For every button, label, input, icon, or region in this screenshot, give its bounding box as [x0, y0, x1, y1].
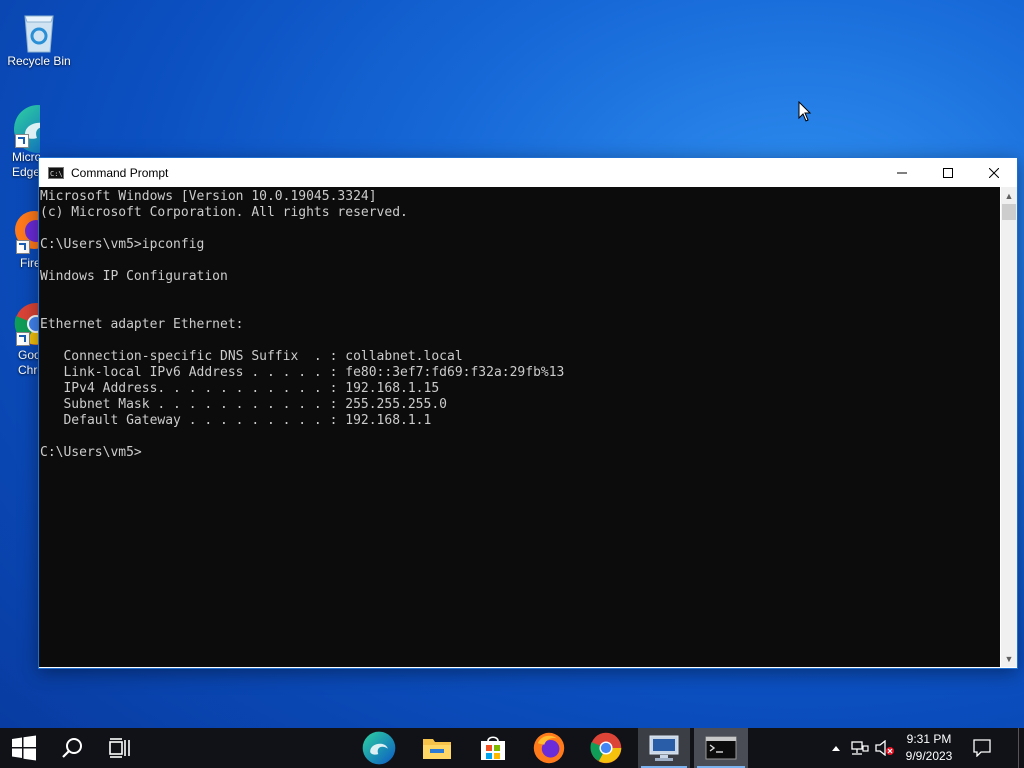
- taskbar-chrome[interactable]: [580, 728, 632, 768]
- windows-start-icon: [12, 735, 36, 761]
- vertical-scrollbar[interactable]: ▲ ▼: [1001, 187, 1017, 667]
- search-icon: [62, 738, 82, 758]
- scroll-down-arrow-icon[interactable]: ▼: [1001, 650, 1017, 667]
- command-prompt-window[interactable]: C:\ Command Prompt Microsoft Windows [Ve…: [38, 157, 1018, 669]
- clock-time: 9:31 PM: [906, 732, 952, 746]
- chevron-up-icon: [832, 746, 840, 751]
- chrome-icon: [590, 732, 622, 764]
- maximize-button[interactable]: [925, 158, 971, 187]
- desktop-icon-label: Recycle Bin: [7, 54, 71, 68]
- window-title: Command Prompt: [71, 165, 169, 180]
- command-prompt-icon: [705, 736, 737, 760]
- desktop-icon-label: Google Chrome: [18, 348, 40, 377]
- scroll-up-arrow-icon[interactable]: ▲: [1001, 187, 1017, 204]
- volume-tray-button[interactable]: [874, 728, 896, 768]
- file-explorer-icon: [423, 739, 451, 759]
- network-wired-icon: [851, 741, 869, 755]
- network-connections-icon: [649, 735, 679, 761]
- start-button[interactable]: [0, 728, 48, 768]
- desktop-icon-label: Firefox: [20, 256, 40, 270]
- taskbar-edge[interactable]: [354, 728, 404, 768]
- taskbar-firefox[interactable]: [524, 728, 574, 768]
- notifications-icon: [973, 739, 991, 757]
- show-hidden-icons-button[interactable]: [828, 728, 844, 768]
- mouse-cursor-icon: [798, 101, 812, 122]
- network-tray-button[interactable]: [848, 728, 872, 768]
- shortcut-arrow-icon: [16, 332, 30, 346]
- console-output[interactable]: Microsoft Windows [Version 10.0.19045.33…: [39, 187, 1000, 667]
- taskbar: 9:31 PM 9/9/2023: [0, 728, 1024, 768]
- recycle-bin-icon: [17, 8, 61, 53]
- desktop-icon-chrome[interactable]: Google Chrome: [0, 302, 40, 378]
- edge-icon: [362, 731, 396, 765]
- firefox-icon: [533, 732, 565, 764]
- desktop-icon-edge[interactable]: Microsoft Edge: [0, 104, 40, 180]
- scrollbar-thumb[interactable]: [1002, 204, 1016, 220]
- shortcut-arrow-icon: [16, 240, 30, 254]
- shortcut-arrow-icon: [15, 134, 29, 148]
- action-center-button[interactable]: [966, 728, 998, 768]
- minimize-button[interactable]: [879, 158, 925, 187]
- close-button[interactable]: [971, 158, 1017, 187]
- command-prompt-icon: C:\: [48, 166, 64, 179]
- close-icon: [989, 167, 999, 178]
- taskbar-network-connections[interactable]: [638, 728, 690, 768]
- volume-muted-icon: [875, 740, 894, 756]
- taskbar-microsoft-store[interactable]: [468, 728, 518, 768]
- maximize-icon: [943, 167, 953, 178]
- clock[interactable]: 9:31 PM 9/9/2023: [900, 731, 958, 765]
- desktop-icon-label: Microsoft Edge: [12, 150, 40, 179]
- edge-icon: [13, 104, 40, 153]
- search-button[interactable]: [48, 728, 96, 768]
- minimize-icon: [897, 172, 907, 173]
- chrome-icon: [14, 302, 40, 346]
- task-view-button[interactable]: [96, 728, 144, 768]
- desktop-icon-recycle-bin[interactable]: Recycle Bin: [1, 8, 77, 68]
- desktop-icon-firefox[interactable]: Firefox: [0, 210, 40, 271]
- clock-date: 9/9/2023: [905, 749, 953, 763]
- taskbar-command-prompt[interactable]: [694, 728, 748, 768]
- show-desktop-button[interactable]: [1018, 728, 1024, 768]
- console-text[interactable]: Microsoft Windows [Version 10.0.19045.33…: [39, 187, 1000, 461]
- title-bar[interactable]: C:\ Command Prompt: [39, 158, 1017, 187]
- firefox-icon: [14, 210, 40, 254]
- microsoft-store-icon: [481, 736, 505, 760]
- taskbar-file-explorer[interactable]: [412, 728, 462, 768]
- task-view-icon: [109, 738, 130, 758]
